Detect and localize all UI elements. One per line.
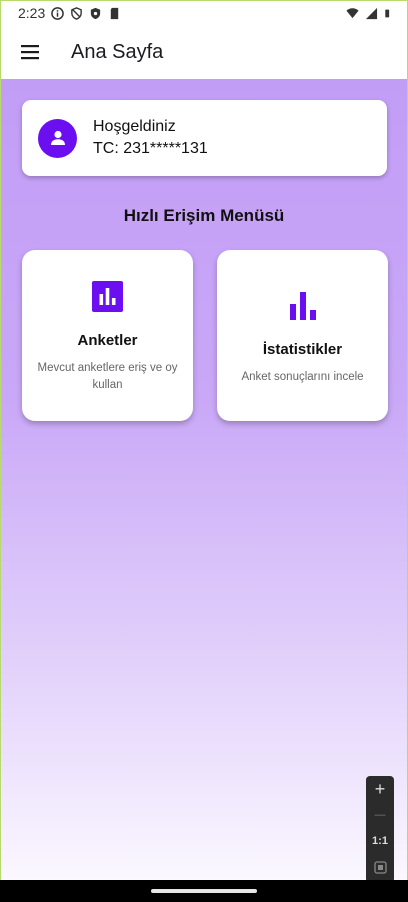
wifi-icon [346,7,359,18]
zoom-controls: + — 1:1 [366,776,394,883]
statistics-title: İstatistikler [262,341,343,358]
status-right [346,7,393,20]
zoom-in-button[interactable]: + [366,776,394,802]
card-icon-wrap [22,281,193,312]
shield-icon [91,7,101,19]
status-bar: 2:23 [1,1,407,25]
fit-screen-icon [373,860,387,874]
app-screen: 2:23 Ana Sayfa Hoşgeldiniz TC: 231*****1… [0,0,408,883]
surveys-card[interactable]: Anketler Mevcut anketlere eriş ve oy kul… [22,250,193,421]
signal-icon [365,7,378,19]
surveys-title: Anketler [77,332,138,349]
welcome-greeting: Hoşgeldiniz [93,118,176,135]
status-left: 2:23 [18,5,121,21]
surveys-description: Mevcut anketlere eriş ve oy kullan [37,362,178,391]
status-time: 2:23 [18,5,46,21]
battery-icon [385,9,390,17]
zoom-out-button[interactable]: — [366,802,394,828]
avatar [38,118,77,158]
shield-slash-icon [71,6,83,20]
user-tc: TC: 231*****131 [93,140,208,157]
quick-menu-title: Hızlı Erişim Menüsü [123,206,285,225]
person-icon [50,130,65,145]
home-gesture-handle[interactable] [151,889,257,893]
menu-icon [21,45,39,60]
statistics-card[interactable]: İstatistikler Anket sonuçlarını incele [217,250,388,421]
fit-screen-button[interactable] [366,854,394,880]
card-icon-wrap [217,292,388,320]
sd-card-icon [111,7,119,19]
info-icon [51,6,65,20]
welcome-text: Hoşgeldiniz TC: 231*****131 [93,116,208,160]
home-content: Hoşgeldiniz TC: 231*****131 Hızlı Erişim… [1,79,407,881]
zoom-reset-button[interactable]: 1:1 [366,828,394,854]
bar-chart-icon [289,292,316,320]
app-bar: Ana Sayfa [1,25,407,79]
statistics-description: Anket sonuçlarını incele [241,371,364,383]
welcome-card: Hoşgeldiniz TC: 231*****131 [22,100,387,176]
navigation-bar [0,880,408,902]
poll-icon [92,281,123,312]
page-title: Ana Sayfa [71,40,164,63]
menu-button[interactable] [17,39,43,65]
